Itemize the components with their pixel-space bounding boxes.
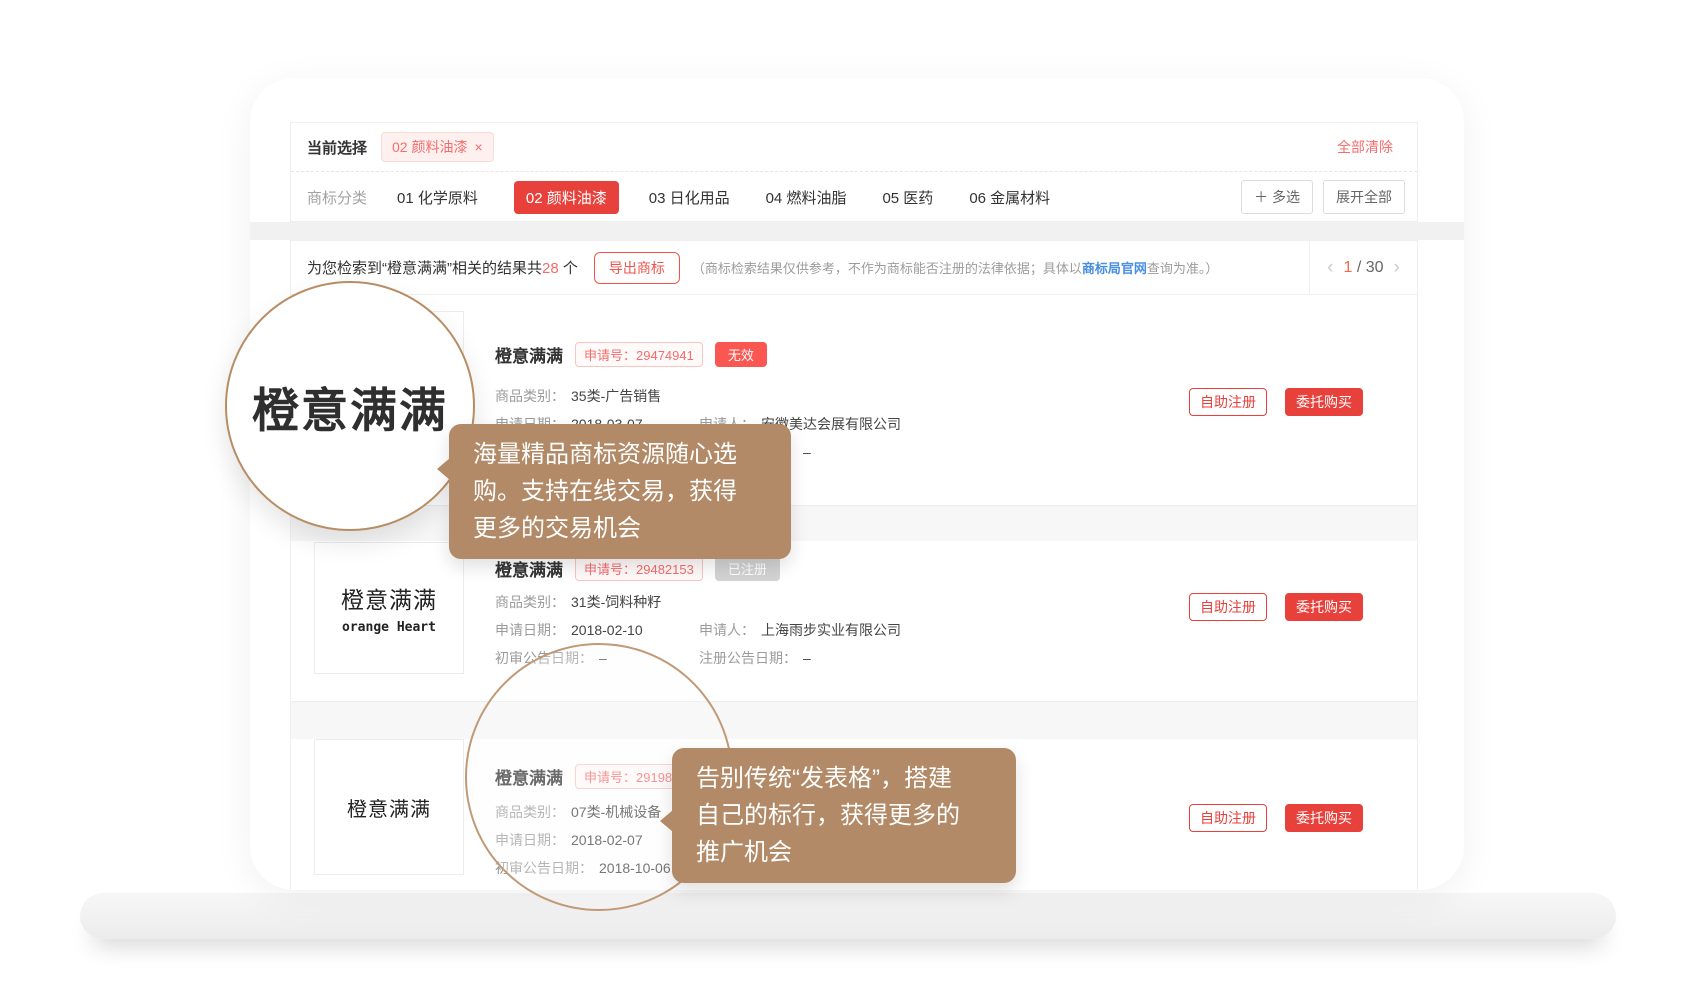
next-page-icon[interactable]: › [1394,257,1400,279]
callout-promo-feature: 告别传统“发表格”，搭建 自己的标行，获得更多的 推广机会 [672,748,1016,883]
entrust-purchase-button[interactable]: 委托购买 [1285,804,1363,832]
export-trademark-button[interactable]: 导出商标 [594,252,680,284]
callout-tail-icon [660,810,673,832]
expand-all-button[interactable]: 展开全部 [1323,180,1405,214]
status-badge: 无效 [715,342,767,367]
disclaimer-text: （商标检索结果仅供参考，不作为商标能否注册的法律依据；具体以商标局官网查询为准。… [692,258,1219,277]
category-label: 商品类别： [495,388,565,404]
application-number-value: 29482153 [636,562,694,577]
apply-date-value: 2018-02-10 [571,622,643,638]
trademark-image-subtext: orange Heart [342,620,436,635]
reg-publication-value: – [803,650,811,666]
device-base-shadow [80,893,1616,939]
self-register-button[interactable]: 自助注册 [1189,593,1267,621]
prev-page-icon[interactable]: ‹ [1327,257,1333,279]
results-summary: 为您检索到“橙意满满”相关的结果共28 个 [307,257,578,278]
trademark-image-text: 橙意满满 [347,793,431,822]
application-number-label: 申请号： [584,562,636,577]
results-count: 28 [542,260,559,277]
trademark-image: 橙意满满 [314,739,464,875]
callout-text: 海量精品商标资源随心选 购。支持在线交易，获得 更多的交易机会 [473,441,737,542]
row-actions: 自助注册 委托购买 [1189,388,1363,416]
results-summary-prefix: 为您检索到“橙意满满”相关的结果共 [307,260,542,277]
category-item-04[interactable]: 04 燃料油脂 [766,187,847,208]
trademark-name: 橙意满满 [495,342,563,367]
callout-text: 告别传统“发表格”，搭建 自己的标行，获得更多的 推广机会 [696,765,960,866]
callout-trade-feature: 海量精品商标资源随心选 购。支持在线交易，获得 更多的交易机会 [449,424,791,559]
entrust-purchase-button[interactable]: 委托购买 [1285,593,1363,621]
application-number-value: 29474941 [636,348,694,363]
trademark-name: 橙意满满 [495,556,563,581]
page: 当前选择 02 颜料油漆 × 全部清除 商标分类 01 化学原料 02 颜料油漆… [0,0,1696,1002]
total-pages: 30 [1366,259,1384,276]
page-indicator: 1 / 30 [1343,259,1383,277]
trademark-image: 橙意满满 orange Heart [314,542,464,674]
row-gap [291,701,1417,739]
page-separator: / [1357,259,1361,276]
category-bar-label: 商标分类 [307,187,367,208]
row-actions: 自助注册 委托购买 [1189,804,1363,832]
reg-publication-value: – [803,444,811,460]
category-item-03[interactable]: 03 日化用品 [649,187,730,208]
self-register-button[interactable]: 自助注册 [1189,388,1267,416]
category-value: 31类-饲料种籽 [571,594,661,610]
multi-select-button[interactable]: ＋ 多选 [1241,180,1313,214]
magnified-trademark-text: 橙意满满 [252,372,448,441]
applicant-value: 上海雨步实业有限公司 [761,622,901,638]
self-register-button[interactable]: 自助注册 [1189,804,1267,832]
results-summary-suffix: 个 [559,260,578,277]
remove-filter-icon[interactable]: × [474,139,482,155]
trademark-image-text: 橙意满满 [341,581,437,615]
row-actions: 自助注册 委托购买 [1189,593,1363,621]
category-label: 商品类别： [495,594,565,610]
category-row: 商标分类 01 化学原料 02 颜料油漆 03 日化用品 04 燃料油脂 05 … [291,172,1417,222]
apply-date-label: 申请日期： [495,622,565,638]
trademark-office-link[interactable]: 商标局官网 [1082,261,1147,276]
application-number-tag: 申请号：29482153 [575,556,703,581]
reg-publication-label: 注册公告日期： [699,650,797,666]
selected-filter-tag[interactable]: 02 颜料油漆 × [381,132,494,162]
clear-all-link[interactable]: 全部清除 [1337,137,1393,157]
current-selection-label: 当前选择 [307,137,367,158]
result-row-2: 橙意满满 orange Heart 橙意满满 申请号：29482153 已注册 … [291,541,1417,701]
category-value: 35类-广告销售 [571,388,661,404]
application-number-label: 申请号： [584,348,636,363]
category-item-01[interactable]: 01 化学原料 [397,187,478,208]
category-item-06[interactable]: 06 金属材料 [969,187,1050,208]
section-gap [250,222,1464,240]
application-number-tag: 申请号：29474941 [575,342,703,367]
status-badge: 已注册 [715,556,780,581]
disclaimer-prefix: （商标检索结果仅供参考，不作为商标能否注册的法律依据；具体以 [692,261,1082,276]
selected-filter-tag-text: 02 颜料油漆 [392,137,467,157]
zoom-circle-trademark: 橙意满满 [225,281,475,531]
current-page: 1 [1343,259,1352,276]
entrust-purchase-button[interactable]: 委托购买 [1285,388,1363,416]
filter-card: 当前选择 02 颜料油漆 × 全部清除 商标分类 01 化学原料 02 颜料油漆… [290,122,1418,222]
category-item-05[interactable]: 05 医药 [882,187,933,208]
category-item-02-active[interactable]: 02 颜料油漆 [514,181,619,214]
applicant-label: 申请人： [699,622,755,638]
callout-tail-icon [437,458,450,480]
current-selection-row: 当前选择 02 颜料油漆 × 全部清除 [291,123,1417,171]
results-header: 为您检索到“橙意满满”相关的结果共28 个 导出商标 （商标检索结果仅供参考，不… [291,241,1417,295]
disclaimer-suffix: 查询为准。） [1147,261,1219,276]
pagination: ‹ 1 / 30 › [1309,241,1417,294]
